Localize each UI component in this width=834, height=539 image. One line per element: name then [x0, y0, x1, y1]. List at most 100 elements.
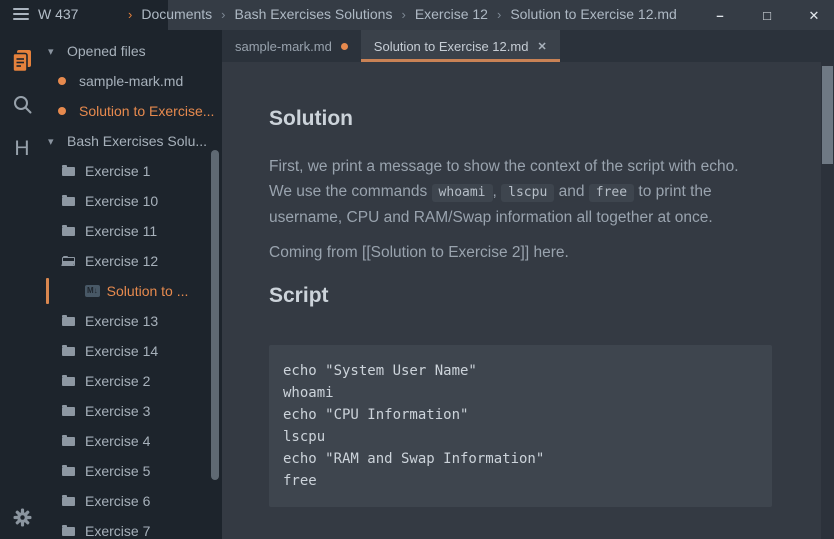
folder-exercise-6[interactable]: Exercise 6	[44, 486, 222, 516]
folder-label: Exercise 2	[85, 373, 150, 389]
tab-sample-mark[interactable]: sample-mark.md	[222, 30, 361, 62]
paragraph-wikilink: Coming from [[Solution to Exercise 2]] h…	[269, 240, 761, 265]
breadcrumb-item-current-file[interactable]: Solution to Exercise 12.md	[510, 6, 677, 22]
folder-label: Exercise 5	[85, 463, 150, 479]
code-line: lscpu	[283, 426, 758, 448]
breadcrumb-item-documents[interactable]: Documents	[141, 6, 212, 22]
folder-label: Exercise 13	[85, 313, 158, 329]
file-label: Solution to ...	[107, 283, 189, 299]
folder-exercise-14[interactable]: Exercise 14	[44, 336, 222, 366]
folder-open-icon	[62, 257, 75, 266]
heading-script: Script	[269, 283, 834, 309]
file-label: sample-mark.md	[79, 73, 183, 89]
search-icon[interactable]	[12, 94, 33, 115]
section-label: Bash Exercises Solu...	[67, 133, 207, 149]
window-title: W 437	[38, 6, 78, 22]
app-window: W 437 › Documents › Bash Exercises Solut…	[0, 0, 834, 539]
code-block: echo "System User Name" whoami echo "CPU…	[269, 345, 772, 507]
folder-icon	[62, 437, 75, 446]
inline-code-free: free	[589, 184, 634, 202]
folder-exercise-13[interactable]: Exercise 13	[44, 306, 222, 336]
tree-section-bash-exercises[interactable]: ▾ Bash Exercises Solu...	[44, 126, 222, 156]
document: Solution First, we print a message to sh…	[222, 62, 834, 507]
opened-file-solution-exercise[interactable]: Solution to Exercise...	[44, 96, 222, 126]
folder-icon	[62, 227, 75, 236]
tree-file-solution-selected[interactable]: M↓ Solution to ...	[44, 276, 222, 306]
folder-exercise-1[interactable]: Exercise 1	[44, 156, 222, 186]
tab-bar: sample-mark.md Solution to Exercise 12.m…	[222, 30, 834, 62]
code-line: echo "System User Name"	[283, 360, 758, 382]
documents-icon[interactable]	[10, 48, 34, 74]
file-tree: ▾ Opened files sample-mark.md Solution t…	[44, 36, 222, 539]
paragraph-text: ,	[493, 183, 502, 200]
folder-label: Exercise 7	[85, 523, 150, 539]
breadcrumb: › Documents › Bash Exercises Solutions ›…	[128, 6, 677, 22]
folder-exercise-10[interactable]: Exercise 10	[44, 186, 222, 216]
folder-icon	[62, 377, 75, 386]
folder-icon	[62, 167, 75, 176]
paragraph-text: and	[554, 183, 588, 200]
editor-pane[interactable]: Solution First, we print a message to sh…	[222, 62, 834, 539]
breadcrumb-item-exercise-12[interactable]: Exercise 12	[415, 6, 488, 22]
folder-label: Exercise 6	[85, 493, 150, 509]
main-area: sample-mark.md Solution to Exercise 12.m…	[222, 30, 834, 539]
folder-exercise-2[interactable]: Exercise 2	[44, 366, 222, 396]
folder-exercise-11[interactable]: Exercise 11	[44, 216, 222, 246]
title-bar: W 437 › Documents › Bash Exercises Solut…	[0, 0, 834, 30]
chevron-down-icon: ▾	[48, 45, 59, 58]
folder-label: Exercise 10	[85, 193, 158, 209]
folder-exercise-5[interactable]: Exercise 5	[44, 456, 222, 486]
sidebar-scrollbar[interactable]	[211, 150, 219, 480]
code-line: echo "CPU Information"	[283, 404, 758, 426]
folder-icon	[62, 317, 75, 326]
markdown-file-icon: M↓	[85, 285, 100, 297]
close-button[interactable]: ✕	[807, 9, 821, 22]
section-label: Opened files	[67, 43, 146, 59]
folder-icon	[62, 347, 75, 356]
folder-icon	[62, 467, 75, 476]
maximize-button[interactable]: □	[760, 9, 774, 22]
chevron-right-icon: ›	[401, 7, 405, 22]
paragraph-intro: First, we print a message to show the co…	[269, 154, 761, 230]
chevron-down-icon: ▾	[48, 135, 59, 148]
hamburger-menu-icon[interactable]	[13, 8, 29, 22]
folder-label: Exercise 3	[85, 403, 150, 419]
code-line: free	[283, 470, 758, 492]
folder-exercise-12[interactable]: Exercise 12	[44, 246, 222, 276]
folder-icon	[62, 407, 75, 416]
folder-icon	[62, 527, 75, 536]
editor-scrollbar-thumb[interactable]	[822, 66, 833, 164]
modified-dot-icon	[58, 77, 66, 85]
heading-solution: Solution	[269, 106, 834, 132]
modified-dot-icon	[341, 43, 348, 50]
activity-bar: H	[0, 30, 44, 539]
folder-label: Exercise 4	[85, 433, 150, 449]
folder-icon	[62, 197, 75, 206]
folder-exercise-7[interactable]: Exercise 7	[44, 516, 222, 539]
window-controls: – □ ✕	[713, 0, 821, 30]
folder-label: Exercise 14	[85, 343, 158, 359]
heading-icon[interactable]: H	[14, 137, 29, 161]
folder-label: Exercise 1	[85, 163, 150, 179]
gear-icon[interactable]	[13, 508, 32, 527]
code-line: whoami	[283, 382, 758, 404]
tab-label: sample-mark.md	[235, 39, 332, 54]
sidebar: H ▾	[0, 30, 222, 539]
chevron-right-icon: ›	[221, 7, 225, 22]
folder-exercise-4[interactable]: Exercise 4	[44, 426, 222, 456]
inline-code-whoami: whoami	[432, 184, 493, 202]
opened-file-sample-mark[interactable]: sample-mark.md	[44, 66, 222, 96]
folder-icon	[62, 497, 75, 506]
folder-label: Exercise 11	[85, 223, 157, 239]
editor-scrollbar-track[interactable]	[821, 62, 834, 539]
chevron-right-icon: ›	[497, 7, 501, 22]
folder-label: Exercise 12	[85, 253, 158, 269]
tab-solution-exercise-12[interactable]: Solution to Exercise 12.md ✕	[361, 30, 560, 62]
tree-section-opened-files[interactable]: ▾ Opened files	[44, 36, 222, 66]
tab-label: Solution to Exercise 12.md	[374, 39, 529, 54]
close-tab-icon[interactable]: ✕	[537, 40, 546, 53]
breadcrumb-item-bash-exercises-solutions[interactable]: Bash Exercises Solutions	[235, 6, 393, 22]
minimize-button[interactable]: –	[713, 9, 727, 22]
folder-exercise-3[interactable]: Exercise 3	[44, 396, 222, 426]
modified-dot-icon	[58, 107, 66, 115]
